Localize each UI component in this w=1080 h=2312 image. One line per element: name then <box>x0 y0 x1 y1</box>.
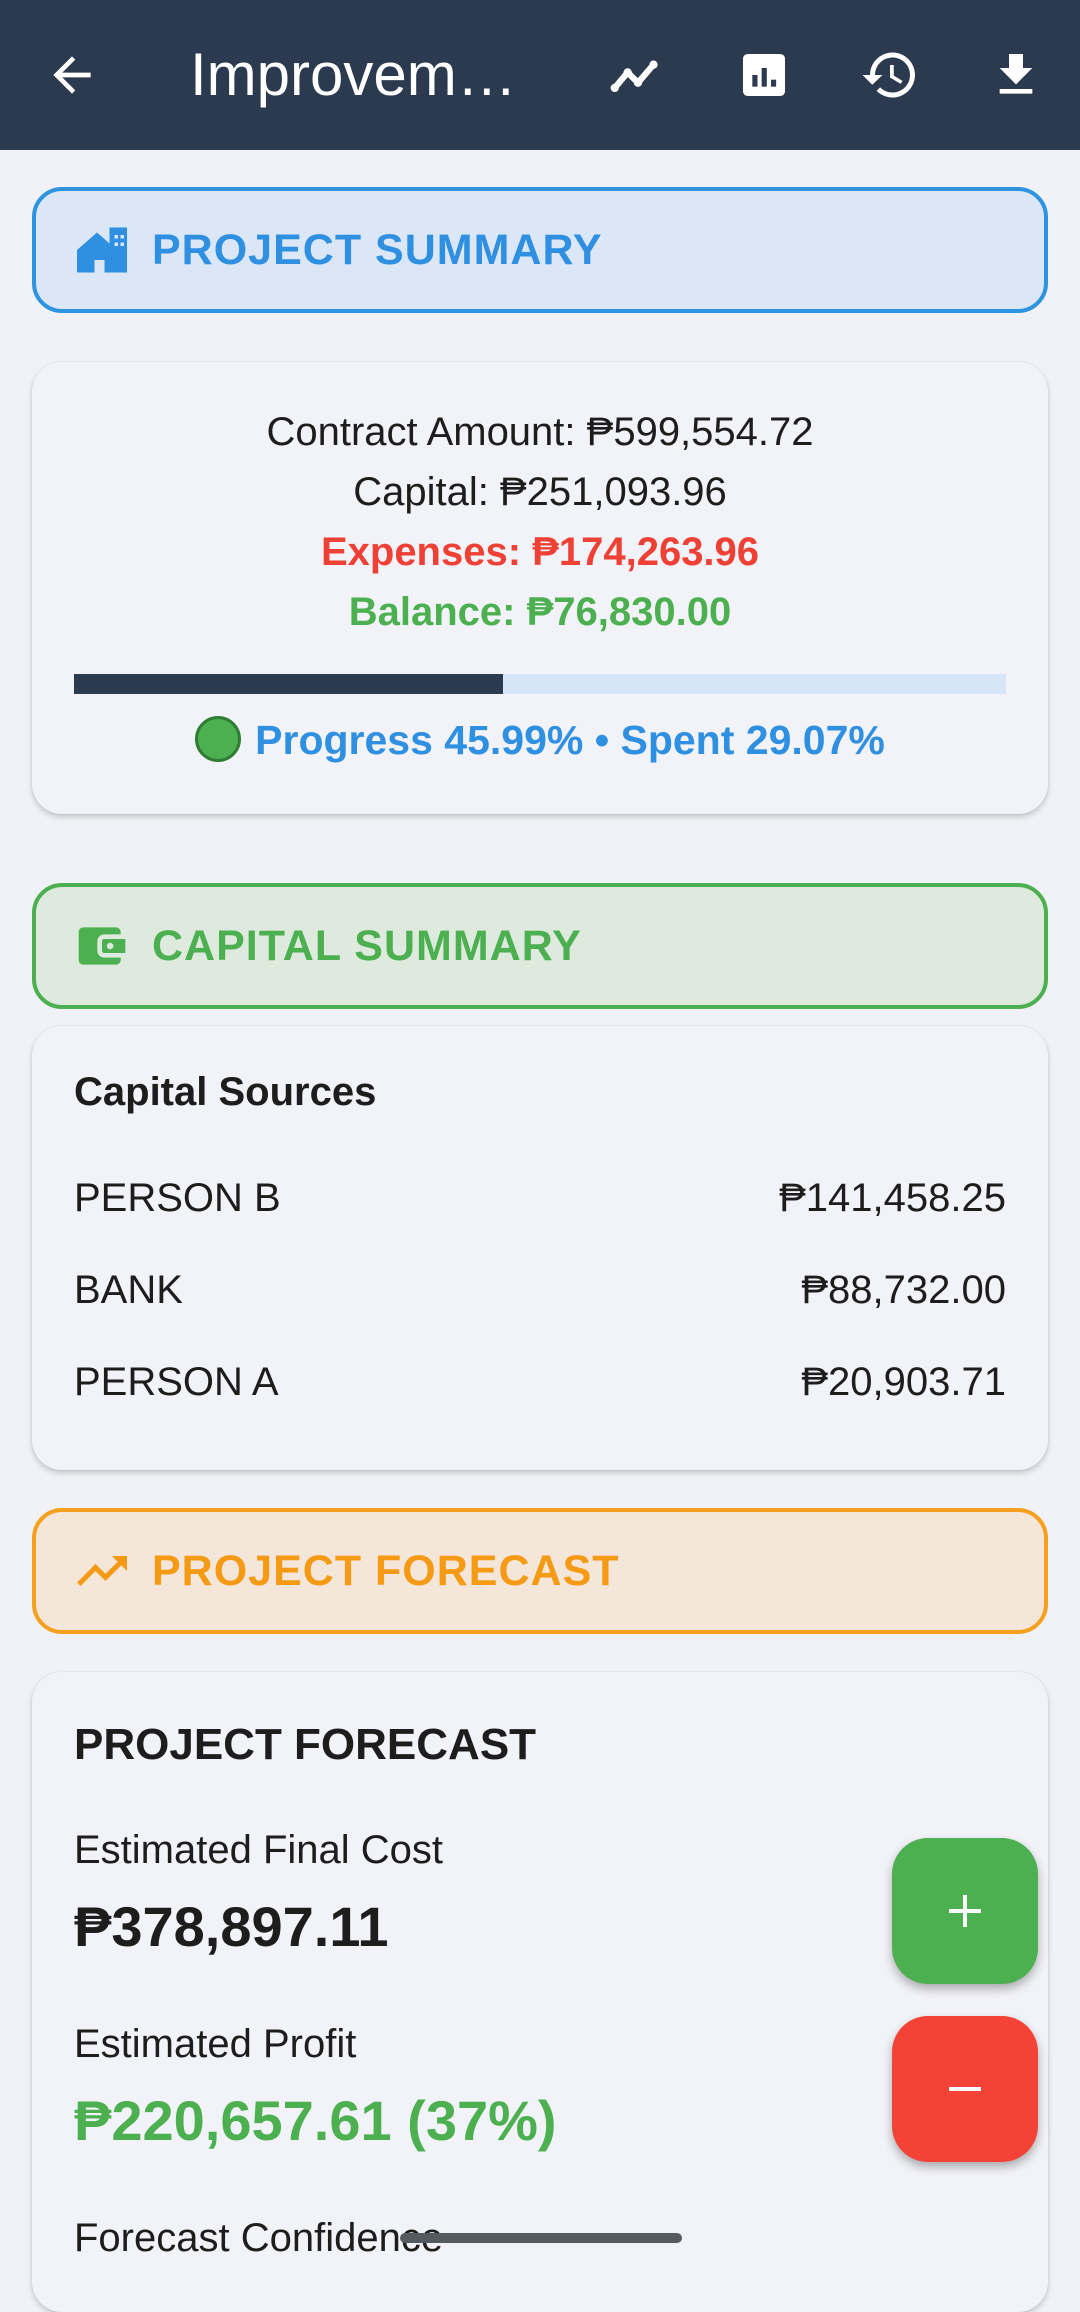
project-forecast-header[interactable]: PROJECT FORECAST <box>32 1508 1048 1634</box>
list-item: PERSON A ₱20,903.71 <box>74 1352 1006 1412</box>
history-icon[interactable] <box>850 35 930 115</box>
capital-sources-title: Capital Sources <box>74 1070 377 1114</box>
confidence-label: Forecast Confidence <box>74 2216 444 2260</box>
expenses-amount: Expenses: ₱174,263.96 <box>320 530 760 574</box>
source-amount: ₱141,458.25 <box>779 1175 1006 1220</box>
profit-value: ₱220,657.61 (37%) <box>74 2089 557 2152</box>
subtract-button[interactable] <box>892 2016 1038 2162</box>
bar-chart-icon[interactable] <box>724 35 804 115</box>
home-indicator[interactable] <box>400 2233 682 2243</box>
source-name: PERSON B <box>74 1175 281 1220</box>
trending-up-icon <box>70 1539 134 1603</box>
section-title: PROJECT FORECAST <box>152 1546 620 1595</box>
capital-amount: Capital: ₱251,093.96 <box>353 470 727 514</box>
progress-text: Progress 45.99% • Spent 29.07% <box>32 710 1048 770</box>
project-summary-card: Contract Amount: ₱599,554.72 Capital: ₱2… <box>32 362 1048 814</box>
add-button[interactable] <box>892 1838 1038 1984</box>
trend-line-icon[interactable] <box>598 35 678 115</box>
house-building-icon <box>70 218 134 282</box>
source-amount: ₱20,903.71 <box>801 1359 1006 1404</box>
final-cost-value: ₱378,897.11 <box>74 1895 389 1958</box>
section-title: CAPITAL SUMMARY <box>152 921 582 970</box>
download-icon[interactable] <box>976 35 1056 115</box>
source-name: BANK <box>74 1267 183 1312</box>
section-title: PROJECT SUMMARY <box>152 225 603 274</box>
contract-amount: Contract Amount: ₱599,554.72 <box>266 410 814 454</box>
list-item: BANK ₱88,732.00 <box>74 1260 1006 1320</box>
source-amount: ₱88,732.00 <box>801 1267 1006 1312</box>
page-title: Improvem… <box>190 41 517 108</box>
wallet-icon <box>70 914 134 978</box>
profit-label: Estimated Profit <box>74 2022 357 2066</box>
minus-icon <box>949 2087 981 2091</box>
forecast-title: PROJECT FORECAST <box>74 1720 537 1769</box>
source-name: PERSON A <box>74 1359 279 1404</box>
progress-label: Progress 45.99% • Spent 29.07% <box>255 717 885 763</box>
balance-amount: Balance: ₱76,830.00 <box>348 590 732 634</box>
project-forecast-card: PROJECT FORECAST Estimated Final Cost ₱3… <box>32 1672 1048 2312</box>
list-item: PERSON B ₱141,458.25 <box>74 1168 1006 1228</box>
app-bar: Improvem… <box>0 0 1080 150</box>
progress-bar <box>74 674 1006 694</box>
back-arrow-icon[interactable] <box>32 35 112 115</box>
plus-icon <box>949 1895 981 1927</box>
capital-summary-header[interactable]: CAPITAL SUMMARY <box>32 883 1048 1009</box>
project-summary-header[interactable]: PROJECT SUMMARY <box>32 187 1048 313</box>
green-circle-icon <box>195 716 242 762</box>
progress-bar-fill <box>74 674 503 694</box>
capital-summary-card: Capital Sources PERSON B ₱141,458.25 BAN… <box>32 1026 1048 1470</box>
final-cost-label: Estimated Final Cost <box>74 1828 444 1872</box>
